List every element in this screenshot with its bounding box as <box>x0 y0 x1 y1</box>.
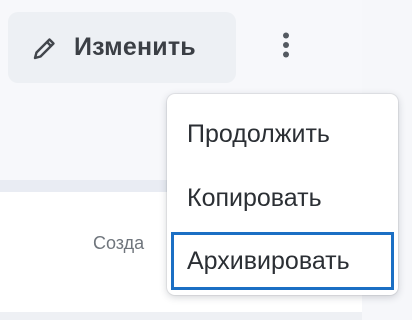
content-card-bottom <box>0 312 362 320</box>
menu-item-continue[interactable]: Продолжить <box>171 106 394 162</box>
created-label: Созда <box>93 233 145 253</box>
edit-button[interactable]: Изменить <box>8 12 236 83</box>
pencil-icon <box>32 35 58 61</box>
context-menu: Продолжить Копировать Архивировать <box>167 94 398 295</box>
vertical-dots-icon <box>282 32 290 63</box>
more-options-button[interactable] <box>265 25 307 69</box>
menu-item-copy[interactable]: Копировать <box>171 170 394 226</box>
edit-button-label: Изменить <box>74 33 196 61</box>
menu-item-archive[interactable]: Архивировать <box>171 232 394 290</box>
